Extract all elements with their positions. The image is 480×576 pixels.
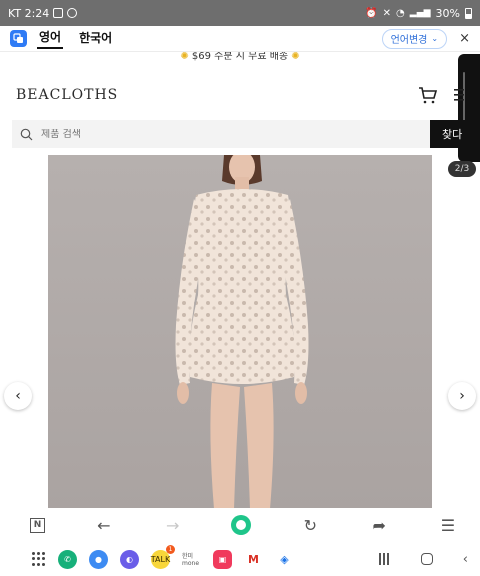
system-back-icon[interactable]: ‹ xyxy=(463,552,468,567)
notification-badge: 1 xyxy=(166,544,175,554)
google-pay-app-icon[interactable]: ◈ xyxy=(275,549,294,569)
screen: KT 2:24 ⏰ ✕ ◔ ▂▄▆ 30% 영어 한국어 언어변경 ⌄ × ✺ … xyxy=(0,0,480,576)
menu-icon[interactable] xyxy=(452,88,464,102)
gmail-app-icon[interactable]: M xyxy=(244,549,263,569)
translate-bar: 영어 한국어 언어변경 ⌄ × xyxy=(0,26,480,52)
video-app-icon[interactable]: ▣ xyxy=(213,549,232,569)
chat-app-icon[interactable]: ◐ xyxy=(120,549,139,569)
alarm-icon: ⏰ xyxy=(365,7,378,19)
phone-app-icon[interactable]: ✆ xyxy=(58,549,77,569)
hamburger-menu-icon[interactable]: ☰ xyxy=(438,515,458,535)
site-header: BEACLOTHS xyxy=(0,78,480,112)
language-source-tab[interactable]: 영어 xyxy=(37,28,64,49)
signal-icon: ▂▄▆ xyxy=(409,8,431,18)
forward-icon[interactable]: → xyxy=(163,515,183,535)
gallery-notification-icon xyxy=(53,8,64,18)
home-icon[interactable] xyxy=(420,553,433,565)
language-target-tab[interactable]: 한국어 xyxy=(77,29,114,48)
chevron-down-icon: ⌄ xyxy=(431,34,439,43)
system-navigation: ‹ xyxy=(378,552,468,567)
site-logo[interactable]: BEACLOTHS xyxy=(16,87,118,103)
kakaotalk-app-icon[interactable]: TALK 1 xyxy=(151,544,175,569)
back-icon[interactable]: ← xyxy=(94,515,114,535)
system-dock: ✆ ● ◐ TALK 1 한미 mone ▣ M ◈ ‹ xyxy=(0,542,480,576)
mone-app-icon[interactable]: 한미 mone xyxy=(182,549,201,569)
search-button[interactable]: 찾다 xyxy=(430,120,480,148)
search-input[interactable] xyxy=(41,128,401,140)
gallery-prev-button[interactable]: ‹ xyxy=(4,382,32,410)
change-language-label: 언어변경 xyxy=(390,35,428,46)
translate-logo-icon xyxy=(10,30,27,47)
search-box xyxy=(12,120,432,148)
carrier-time: KT 2:24 xyxy=(8,6,50,20)
chevron-right-icon: › xyxy=(459,388,465,404)
status-left: KT 2:24 xyxy=(8,6,78,20)
close-translate-button[interactable]: × xyxy=(459,31,470,46)
model-dress-illustration xyxy=(48,155,432,509)
sun-icon: ✺ xyxy=(291,52,300,62)
promo-text: $69 수분 시 무료 배송 xyxy=(191,52,289,62)
cart-icon[interactable] xyxy=(418,85,438,105)
gallery-pager: 2/3 xyxy=(448,161,476,177)
recent-apps-icon[interactable] xyxy=(378,553,391,565)
browser-toolbar: N ← → ↻ ➦ ☰ xyxy=(0,508,480,542)
mute-icon: ✕ xyxy=(382,7,392,19)
wifi-icon: ◔ xyxy=(396,7,405,19)
status-right: ⏰ ✕ ◔ ▂▄▆ 30% xyxy=(365,7,472,20)
battery-percent: 30% xyxy=(435,6,460,20)
gallery-next-button[interactable]: › xyxy=(448,382,476,410)
message-notification-icon xyxy=(67,8,78,18)
refresh-icon[interactable]: ↻ xyxy=(300,515,320,535)
change-language-button[interactable]: 언어변경 ⌄ xyxy=(381,28,448,49)
messages-app-icon[interactable]: ● xyxy=(89,549,108,569)
apps-grid-icon[interactable] xyxy=(32,552,46,566)
chevron-left-icon: ‹ xyxy=(15,388,21,404)
product-image[interactable] xyxy=(48,155,432,509)
promo-banner: ✺ $69 수분 시 무료 배송 ✺ xyxy=(0,52,480,66)
battery-icon xyxy=(465,7,472,19)
sun-icon: ✺ xyxy=(180,52,189,62)
share-icon[interactable]: ➦ xyxy=(369,515,389,535)
search-icon xyxy=(20,128,33,140)
browser-home-button[interactable] xyxy=(231,515,252,535)
status-bar: KT 2:24 ⏰ ✕ ◔ ▂▄▆ 30% xyxy=(0,0,480,26)
tabs-button[interactable]: N xyxy=(30,517,45,533)
